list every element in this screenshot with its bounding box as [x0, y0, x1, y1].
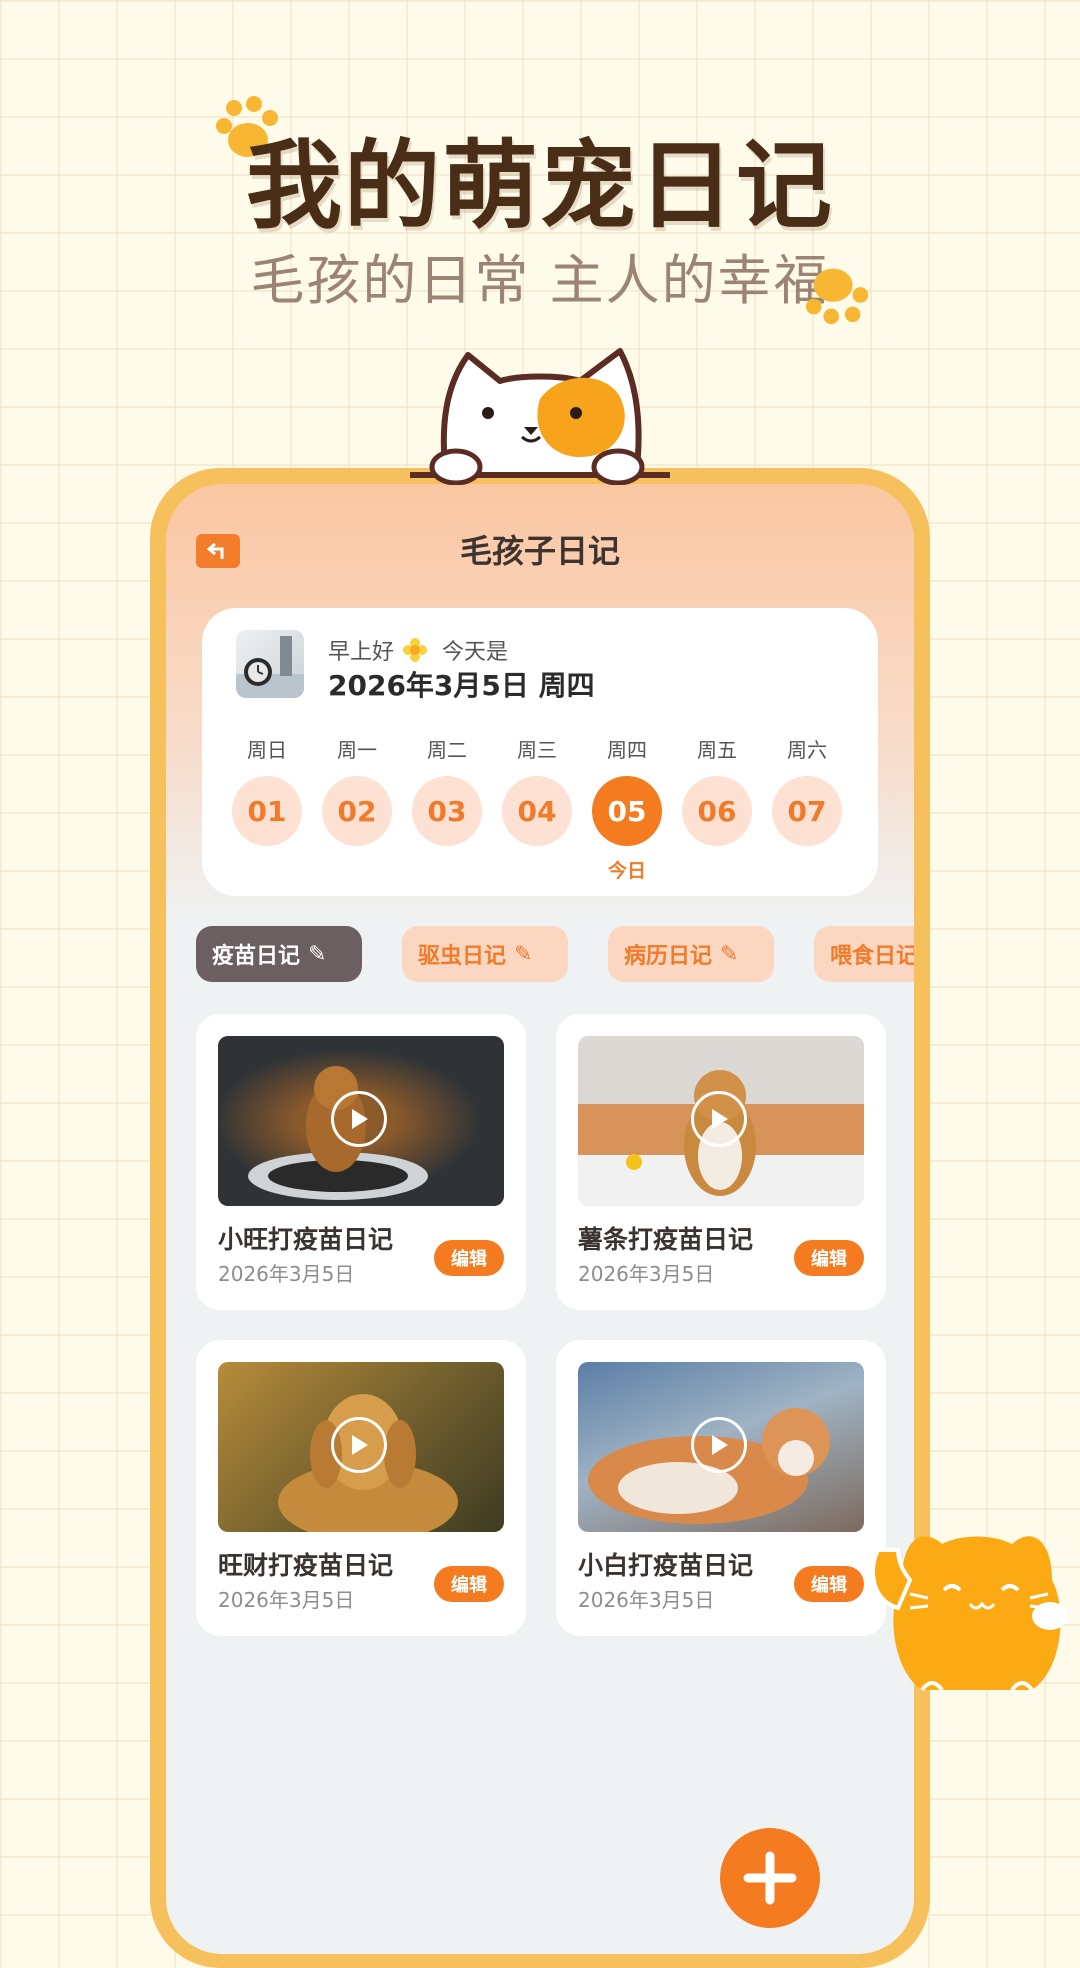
day-button[interactable]: 03 — [412, 776, 482, 846]
play-icon[interactable] — [691, 1417, 747, 1473]
chip-medical[interactable]: 病历日记 ✎ — [608, 926, 774, 982]
card-date: 2026年3月5日 — [218, 1262, 355, 1286]
weekday-label: 周四 — [607, 738, 647, 762]
avatar[interactable] — [236, 630, 304, 698]
paw-note-icon: ✎ — [514, 941, 533, 967]
card-title: 小旺打疫苗日记 — [218, 1225, 394, 1254]
current-date: 2026年3月5日 周四 — [328, 669, 595, 702]
weekday-label: 周六 — [787, 738, 827, 762]
cat-mascot-icon — [410, 345, 670, 486]
paw-note-icon: ✎ — [720, 941, 739, 967]
card-date: 2026年3月5日 — [578, 1588, 715, 1612]
weekday-label: 周一 — [337, 738, 377, 762]
chip-deworm[interactable]: 驱虫日记 ✎ — [402, 926, 568, 982]
diary-card[interactable]: 薯条打疫苗日记 2026年3月5日 编辑 — [556, 1014, 886, 1310]
edit-button[interactable]: 编辑 — [434, 1566, 504, 1602]
card-date: 2026年3月5日 — [218, 1588, 355, 1612]
chip-label: 驱虫日记 — [418, 944, 507, 969]
diary-card[interactable]: 旺财打疫苗日记 2026年3月5日 编辑 — [196, 1340, 526, 1636]
hero-subtitle: 毛孩的日常 主人的幸福 — [250, 249, 830, 312]
day-button[interactable]: 06 — [682, 776, 752, 846]
day-button[interactable]: 07 — [772, 776, 842, 846]
diary-card[interactable]: 小白打疫苗日记 2026年3月5日 编辑 — [556, 1340, 886, 1636]
weekday-label: 周五 — [697, 738, 737, 762]
greeting-text: 早上好 — [328, 640, 395, 665]
weekday-label: 周日 — [247, 738, 287, 762]
play-icon[interactable] — [691, 1091, 747, 1147]
day-button[interactable]: 01 — [232, 776, 302, 846]
card-title: 薯条打疫苗日记 — [578, 1225, 754, 1254]
edit-button[interactable]: 编辑 — [434, 1240, 504, 1276]
chip-label: 疫苗日记 — [212, 944, 301, 969]
diary-card[interactable]: 小旺打疫苗日记 2026年3月5日 编辑 — [196, 1014, 526, 1310]
add-diary-button[interactable] — [720, 1828, 820, 1928]
hero-title: 我的萌宠日记 — [246, 130, 834, 242]
weekday-label: 周二 — [427, 738, 467, 762]
weekday-label: 周三 — [517, 738, 557, 762]
chip-feeding[interactable]: 喂食日记 ✎ — [814, 926, 914, 982]
video-thumbnail[interactable] — [578, 1036, 864, 1206]
today-label: 今日 — [607, 860, 646, 882]
video-thumbnail[interactable] — [578, 1362, 864, 1532]
lucky-cat-icon — [862, 1520, 1072, 1710]
app-screen: 毛孩子日记 早上好 今天是 2026年3月5日 周四 周日 周一 周二 周三 周… — [166, 484, 914, 1954]
calendar-card: 早上好 今天是 2026年3月5日 周四 周日 周一 周二 周三 周四 周五 周… — [202, 608, 878, 896]
video-thumbnail[interactable] — [218, 1362, 504, 1532]
video-thumbnail[interactable] — [218, 1036, 504, 1206]
page-title: 毛孩子日记 — [459, 532, 620, 570]
chip-label: 病历日记 — [624, 944, 713, 969]
phone-frame: 毛孩子日记 早上好 今天是 2026年3月5日 周四 周日 周一 周二 周三 周… — [150, 468, 930, 1968]
chip-label: 喂食日记 — [830, 944, 914, 969]
chip-vaccine[interactable]: 疫苗日记 ✎ — [196, 926, 362, 982]
card-date: 2026年3月5日 — [578, 1262, 715, 1286]
greeting-line: 早上好 今天是 — [328, 634, 508, 668]
play-icon[interactable] — [331, 1417, 387, 1473]
paw-print-icon — [802, 256, 876, 334]
card-title: 小白打疫苗日记 — [578, 1551, 754, 1580]
plus-icon — [743, 1851, 797, 1905]
play-icon[interactable] — [331, 1091, 387, 1147]
paw-note-icon: ✎ — [308, 941, 327, 967]
card-title: 旺财打疫苗日记 — [218, 1551, 394, 1580]
day-button[interactable]: 04 — [502, 776, 572, 846]
day-button-selected[interactable]: 05 — [592, 776, 662, 846]
edit-button[interactable]: 编辑 — [794, 1240, 864, 1276]
edit-button[interactable]: 编辑 — [794, 1566, 864, 1602]
greeting-suffix: 今天是 — [442, 640, 509, 665]
day-button[interactable]: 02 — [322, 776, 392, 846]
